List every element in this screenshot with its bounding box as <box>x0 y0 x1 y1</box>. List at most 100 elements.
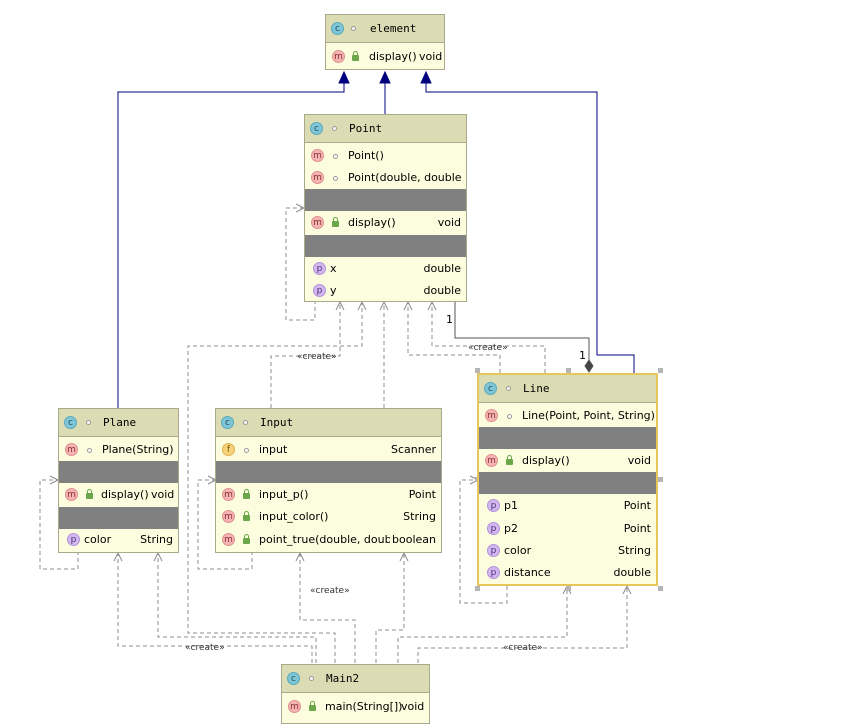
constructor-row[interactable]: m Plane(String) <box>59 439 178 461</box>
field-icon: f <box>222 443 235 456</box>
public-lock-icon <box>309 701 316 711</box>
method-name: input_p() <box>259 488 309 501</box>
class-main2[interactable]: c Main2 m main(String[]) void <box>281 664 430 724</box>
class-icon: c <box>64 416 77 429</box>
visibility-icon <box>309 676 314 681</box>
class-icon: c <box>310 122 323 135</box>
method-name: point_true(double, double) <box>259 533 406 546</box>
class-name: Line <box>523 382 550 395</box>
property-icon: p <box>487 522 500 535</box>
method-name: display() <box>369 50 417 63</box>
visibility-icon <box>243 420 248 425</box>
method-icon: m <box>311 216 324 229</box>
class-element[interactable]: c element m display() void <box>325 14 445 70</box>
empty-compartment <box>216 461 441 483</box>
selection-handle[interactable] <box>475 586 480 591</box>
method-row[interactable]: m input_p() Point <box>216 484 441 506</box>
property-type: double <box>613 566 652 579</box>
property-type: Point <box>623 499 651 512</box>
method-icon: m <box>222 510 235 523</box>
visibility-icon <box>351 26 356 31</box>
constructor-name: Point() <box>348 149 384 162</box>
property-row[interactable]: p p1 Point <box>479 495 656 517</box>
property-icon: p <box>313 284 326 297</box>
public-lock-icon <box>243 511 250 521</box>
property-row[interactable]: p y double <box>305 280 466 302</box>
composition-line <box>454 302 594 373</box>
method-row[interactable]: m point_true(double, double) boolean <box>216 529 441 551</box>
public-lock-icon <box>243 489 250 499</box>
class-icon: c <box>221 416 234 429</box>
property-row[interactable]: p x double <box>305 258 466 280</box>
public-lock-icon <box>243 534 250 544</box>
method-type: void <box>419 50 443 63</box>
property-name: color <box>504 544 532 557</box>
selection-handle[interactable] <box>658 477 663 482</box>
class-name: Point <box>349 122 383 135</box>
property-type: double <box>423 284 462 297</box>
multiplicity-label: 1 <box>579 349 586 362</box>
selection-handle[interactable] <box>658 586 663 591</box>
property-type: double <box>423 262 462 275</box>
selection-handle[interactable] <box>658 368 663 373</box>
constructor-row[interactable]: m Point(double, double) <box>305 167 466 189</box>
empty-compartment <box>479 427 656 449</box>
property-row[interactable]: p color String <box>59 529 178 551</box>
property-name: distance <box>504 566 551 579</box>
class-point[interactable]: c Point m Point() m Point(double, double… <box>304 114 467 302</box>
method-icon: m <box>222 488 235 501</box>
visibility-icon <box>506 386 511 391</box>
method-name: display() <box>522 454 570 467</box>
method-type: boolean <box>390 533 436 546</box>
property-name: color <box>84 533 112 546</box>
property-name: p1 <box>504 499 518 512</box>
class-name: element <box>370 22 417 35</box>
selection-handle[interactable] <box>566 586 571 591</box>
class-line[interactable]: c Line m Line(Point, Point, String) m di… <box>477 373 658 586</box>
property-icon: p <box>67 533 80 546</box>
constructor-name: Line(Point, Point, String) <box>522 409 655 422</box>
constructor-row[interactable]: m Line(Point, Point, String) <box>479 405 656 427</box>
empty-compartment <box>305 189 466 211</box>
method-icon: m <box>311 149 324 162</box>
method-name: display() <box>348 216 396 229</box>
property-icon: p <box>487 566 500 579</box>
class-header: c Input <box>216 409 441 437</box>
create-label: «create» <box>297 352 337 362</box>
constructor-name: Point(double, double) <box>348 171 462 184</box>
method-row[interactable]: m input_color() String <box>216 506 441 528</box>
method-row[interactable]: m display() void <box>326 46 444 68</box>
runnable-class-icon: c <box>287 672 300 685</box>
class-input[interactable]: c Input f input Scanner m input_p() Poin… <box>215 408 442 553</box>
visibility-icon <box>86 420 91 425</box>
field-row[interactable]: f input Scanner <box>216 439 441 461</box>
method-type: void <box>401 700 425 713</box>
property-name: x <box>330 262 337 275</box>
create-label: «create» <box>503 643 543 653</box>
property-row[interactable]: p distance double <box>479 562 656 584</box>
property-name: y <box>330 284 337 297</box>
property-type: String <box>140 533 173 546</box>
method-name: input_color() <box>259 510 329 523</box>
property-row[interactable]: p color String <box>479 540 656 562</box>
empty-compartment <box>479 472 656 494</box>
empty-compartment <box>59 507 178 529</box>
class-name: Input <box>260 416 294 429</box>
method-row[interactable]: m display() void <box>59 484 178 506</box>
method-icon: m <box>311 171 324 184</box>
method-name: main(String[]) <box>325 700 403 713</box>
constructor-row[interactable]: m Point() <box>305 145 466 167</box>
class-plane[interactable]: c Plane m Plane(String) m display() void… <box>58 408 179 553</box>
method-row[interactable]: m display() void <box>479 450 656 472</box>
method-icon: m <box>288 700 301 713</box>
constructor-name: Plane(String) <box>102 443 174 456</box>
class-header: c Point <box>305 115 466 143</box>
property-icon: p <box>487 544 500 557</box>
method-row[interactable]: m display() void <box>305 212 466 234</box>
property-row[interactable]: p p2 Point <box>479 518 656 540</box>
public-lock-icon <box>352 51 359 61</box>
class-header: c Main2 <box>282 665 429 693</box>
method-row[interactable]: m main(String[]) void <box>282 696 429 718</box>
create-label: «create» <box>468 343 508 353</box>
visibility-icon <box>244 448 249 453</box>
